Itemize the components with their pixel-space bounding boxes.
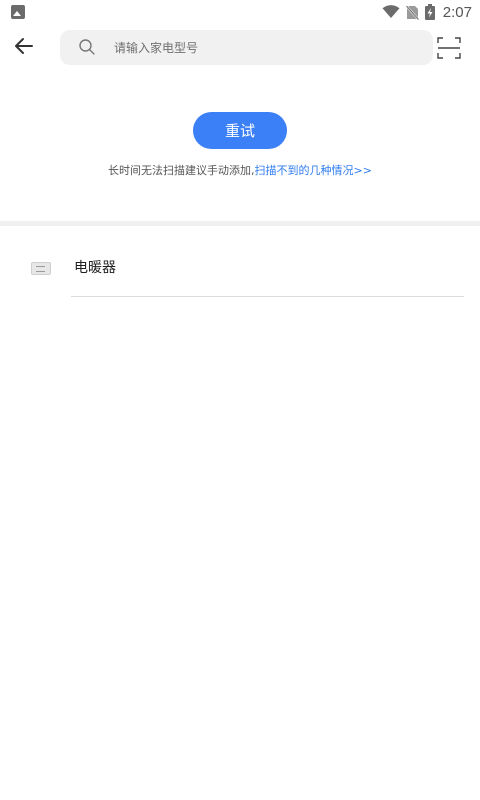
scan-frame-icon <box>436 37 462 64</box>
retry-button[interactable]: 重试 <box>193 112 287 149</box>
arrow-left-icon <box>14 37 34 59</box>
battery-charging-icon <box>424 4 435 20</box>
scan-hint-text: 长时间无法扫描建议手动添加, <box>108 164 255 177</box>
section-divider <box>0 221 480 226</box>
no-sim-icon <box>405 4 419 20</box>
heater-thumbnail-icon <box>31 262 51 275</box>
scan-hint: 长时间无法扫描建议手动添加,扫描不到的几种情况>> <box>0 162 480 178</box>
search-box[interactable] <box>60 30 433 65</box>
top-bar <box>0 24 480 72</box>
image-notification-icon <box>11 5 25 19</box>
status-bar: 2:07 <box>0 0 480 24</box>
list-item[interactable]: 电暖器 <box>0 240 480 297</box>
list-divider <box>71 296 464 297</box>
back-button[interactable] <box>6 30 42 66</box>
status-icons: 2:07 <box>382 0 472 24</box>
scan-button[interactable] <box>436 36 462 60</box>
status-time: 2:07 <box>442 3 472 21</box>
search-icon <box>78 38 96 60</box>
device-name: 电暖器 <box>74 260 116 276</box>
search-input[interactable] <box>114 30 414 65</box>
scan-help-link[interactable]: 扫描不到的几种情况>> <box>255 164 372 177</box>
wifi-icon <box>382 5 400 19</box>
